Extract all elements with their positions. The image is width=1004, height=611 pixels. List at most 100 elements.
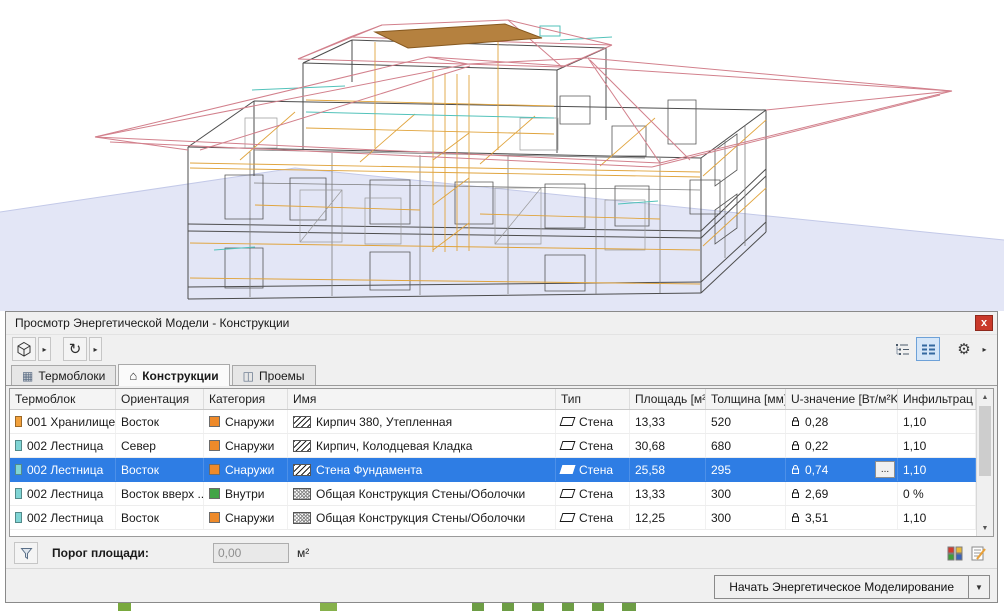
area-value: 25,58 bbox=[635, 463, 665, 477]
infiltration-cell: 1,10 bbox=[898, 434, 976, 457]
background-fragment bbox=[118, 603, 131, 611]
show-in-3d-button[interactable] bbox=[12, 337, 36, 361]
tab-structures[interactable]: ⌂ Конструкции bbox=[118, 364, 229, 386]
type-cell: Стена bbox=[556, 482, 630, 505]
wall-type-icon bbox=[560, 489, 576, 498]
orientation-cell: Север bbox=[116, 434, 204, 457]
background-fragment bbox=[502, 603, 514, 611]
settings-dropdown-button[interactable]: ▸ bbox=[978, 337, 991, 361]
col-name[interactable]: Имя bbox=[288, 389, 556, 409]
col-category[interactable]: Категория bbox=[204, 389, 288, 409]
category-label: Снаружи bbox=[225, 463, 274, 477]
tab-label: Конструкции bbox=[142, 369, 218, 383]
name-cell: Кирпич 380, Утепленная bbox=[288, 410, 556, 433]
update-model-button[interactable]: ↻ bbox=[63, 337, 87, 361]
scrollbar-track[interactable] bbox=[977, 477, 993, 520]
edit-list-button[interactable] bbox=[968, 543, 989, 564]
edit-composite-button[interactable]: ... bbox=[875, 461, 895, 478]
wall-type-icon bbox=[560, 465, 576, 474]
area-value: 13,33 bbox=[635, 487, 665, 501]
list-view-button[interactable] bbox=[916, 337, 940, 361]
table-row[interactable]: 002 Лестница Север Снаружи Кирпич, Колод… bbox=[10, 434, 976, 458]
energy-model-review-dialog: Просмотр Энергетической Модели - Констру… bbox=[5, 311, 998, 603]
tab-openings[interactable]: ◫ Проемы bbox=[232, 365, 316, 385]
scroll-down-button[interactable]: ▼ bbox=[977, 520, 993, 536]
table-row[interactable]: 001 Хранилище Восток Снаружи Кирпич 380,… bbox=[10, 410, 976, 434]
u-value: 0,28 bbox=[805, 415, 828, 429]
infiltration-value: 1,10 bbox=[903, 511, 926, 525]
vertical-scrollbar[interactable]: ▲ ▼ bbox=[976, 389, 993, 536]
filter-row: Порог площади: м² bbox=[6, 540, 997, 566]
col-area[interactable]: Площадь [м²] bbox=[630, 389, 706, 409]
background-fragment bbox=[320, 603, 337, 611]
show-in-3d-dropdown-button[interactable]: ▸ bbox=[38, 337, 51, 361]
funnel-icon bbox=[20, 547, 33, 560]
scrollbar-thumb[interactable] bbox=[979, 406, 991, 476]
filter-button[interactable] bbox=[14, 542, 38, 564]
color-legend-icon bbox=[947, 546, 963, 561]
background-fragment bbox=[562, 603, 574, 611]
thermoblock-label: 002 Лестница bbox=[27, 487, 103, 501]
thickness-cell: 300 bbox=[706, 506, 786, 529]
category-cell: Внутри bbox=[204, 482, 288, 505]
tab-thermal-blocks[interactable]: ▦ Термоблоки bbox=[11, 365, 116, 385]
construction-name-label: Стена Фундамента bbox=[316, 463, 422, 477]
orientation-cell: Восток bbox=[116, 458, 204, 481]
3d-model-view[interactable] bbox=[0, 0, 1004, 311]
area-cell: 25,58 bbox=[630, 458, 706, 481]
col-thermoblock[interactable]: Термоблок bbox=[10, 389, 116, 409]
infiltration-cell: 1,10 bbox=[898, 506, 976, 529]
u-value-cell: 2,69 bbox=[786, 482, 898, 505]
settings-button[interactable]: ⚙ bbox=[952, 337, 976, 361]
area-value: 12,25 bbox=[635, 511, 665, 525]
thickness-cell: 295 bbox=[706, 458, 786, 481]
col-infiltration[interactable]: Инфильтрац bbox=[898, 389, 976, 409]
orientation-cell: Восток вверх ... bbox=[116, 482, 204, 505]
background-fragment bbox=[532, 603, 544, 611]
u-value-lock-icon bbox=[791, 416, 800, 427]
name-cell: Общая Конструкция Стены/Оболочки bbox=[288, 482, 556, 505]
toolbar-left-group: ▸ ↻ ▸ bbox=[12, 337, 102, 361]
thermoblock-color-swatch bbox=[15, 464, 22, 475]
thermoblock-color-swatch bbox=[15, 488, 22, 499]
table-row[interactable]: 002 Лестница Восток Снаружи Общая Констр… bbox=[10, 506, 976, 530]
toolbar-right-group: ⚙ ▸ bbox=[890, 337, 991, 361]
construction-name-label: Кирпич, Колодцевая Кладка bbox=[316, 439, 472, 453]
thermal-blocks-icon: ▦ bbox=[22, 370, 33, 382]
type-label: Стена bbox=[579, 415, 613, 429]
area-threshold-input[interactable] bbox=[213, 543, 289, 563]
start-simulation-group: Начать Энергетическое Моделирование ▼ bbox=[714, 575, 990, 599]
col-orientation[interactable]: Ориентация bbox=[116, 389, 204, 409]
area-cell: 30,68 bbox=[630, 434, 706, 457]
col-type[interactable]: Тип bbox=[556, 389, 630, 409]
close-button[interactable]: x bbox=[975, 315, 993, 331]
table-row-selected[interactable]: 002 Лестница Восток Снаружи Стена Фундам… bbox=[10, 458, 976, 482]
background-window-sliver bbox=[0, 603, 1004, 611]
u-value: 0,74 bbox=[805, 463, 828, 477]
dialog-bottom-bar: Начать Энергетическое Моделирование ▼ bbox=[6, 568, 997, 602]
start-simulation-dropdown-button[interactable]: ▼ bbox=[968, 575, 990, 599]
area-threshold-label: Порог площади: bbox=[52, 546, 149, 560]
col-u-value[interactable]: U-значение [Вт/м²K] bbox=[786, 389, 898, 409]
category-label: Снаружи bbox=[225, 439, 274, 453]
scroll-up-button[interactable]: ▲ bbox=[977, 389, 993, 405]
material-hatch-icon bbox=[293, 512, 311, 524]
edit-pencil-icon bbox=[971, 546, 987, 561]
u-value-lock-icon bbox=[791, 488, 800, 499]
category-color-swatch bbox=[209, 416, 220, 427]
update-model-dropdown-button[interactable]: ▸ bbox=[89, 337, 102, 361]
category-label: Снаружи bbox=[225, 511, 274, 525]
category-label: Снаружи bbox=[225, 415, 274, 429]
material-hatch-icon bbox=[293, 416, 311, 428]
table-row[interactable]: 002 Лестница Восток вверх ... Внутри Общ… bbox=[10, 482, 976, 506]
orientation-cell: Восток bbox=[116, 410, 204, 433]
col-thickness[interactable]: Толщина [мм] bbox=[706, 389, 786, 409]
category-color-swatch bbox=[209, 464, 220, 475]
start-simulation-button[interactable]: Начать Энергетическое Моделирование bbox=[714, 575, 969, 599]
dialog-toolbar: ▸ ↻ ▸ bbox=[6, 334, 997, 364]
dialog-titlebar[interactable]: Просмотр Энергетической Модели - Констру… bbox=[6, 312, 997, 335]
color-legend-button[interactable] bbox=[944, 543, 965, 564]
table-header: Термоблок Ориентация Категория Имя Тип П… bbox=[10, 389, 976, 410]
tree-view-button[interactable] bbox=[890, 337, 914, 361]
list-view-icon bbox=[921, 343, 936, 356]
